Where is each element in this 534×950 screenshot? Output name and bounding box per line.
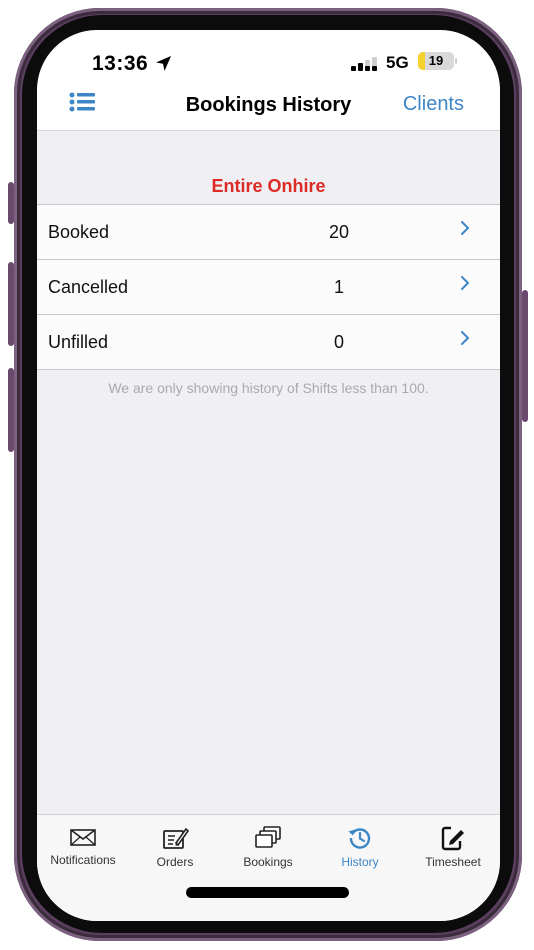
- status-time: 13:36: [92, 52, 149, 75]
- list-item-unfilled[interactable]: Unfilled 0: [37, 315, 500, 370]
- tab-orders[interactable]: Orders: [129, 825, 221, 869]
- list-item-booked[interactable]: Booked 20: [37, 205, 500, 260]
- pen-tablet-icon: [163, 827, 189, 849]
- power-button: [522, 290, 528, 422]
- stacked-cards-icon: [255, 826, 281, 848]
- main-content: Entire Onhire Booked 20 Cancelled 1 Unfi…: [37, 131, 500, 814]
- section-title: Entire Onhire: [211, 176, 326, 196]
- tab-label: History: [341, 855, 379, 869]
- volume-up-button: [8, 262, 14, 346]
- chevron-right-icon: [460, 220, 470, 241]
- battery-icon: 19: [418, 52, 454, 70]
- list-item-cancelled[interactable]: Cancelled 1: [37, 260, 500, 315]
- row-label: Booked: [48, 222, 110, 242]
- volume-down-button: [8, 368, 14, 452]
- chevron-right-icon: [460, 275, 470, 296]
- envelope-icon: [70, 829, 96, 846]
- row-value: 0: [333, 332, 344, 352]
- bookings-list: Booked 20 Cancelled 1 Unfilled 0: [37, 204, 500, 370]
- tab-bar: Notifications Orders Bookings History Ti…: [37, 814, 500, 921]
- tab-label: Notifications: [50, 853, 116, 867]
- status-bar: 13:36 5G 19: [37, 30, 500, 86]
- clients-button[interactable]: Clients: [403, 93, 464, 116]
- tab-label: Bookings: [243, 855, 293, 869]
- row-label: Cancelled: [48, 277, 129, 297]
- tab-notifications[interactable]: Notifications: [37, 825, 129, 867]
- network-type: 5G: [386, 53, 409, 72]
- tab-timesheet[interactable]: Timesheet: [407, 825, 499, 869]
- tab-bookings[interactable]: Bookings: [222, 825, 314, 869]
- history-note: We are only showing history of Shifts le…: [108, 380, 429, 396]
- row-value: 20: [328, 222, 350, 242]
- row-label: Unfilled: [48, 332, 109, 352]
- action-button: [8, 182, 14, 224]
- history-icon: [348, 828, 371, 849]
- tab-label: Timesheet: [425, 855, 481, 869]
- battery-level: 19: [428, 53, 444, 68]
- edit-document-icon: [441, 826, 464, 851]
- home-indicator[interactable]: [186, 887, 349, 898]
- tab-label: Orders: [156, 855, 194, 869]
- screen: 13:36 5G 19 Bookings History Clients Ent…: [37, 30, 500, 921]
- chevron-right-icon: [460, 330, 470, 351]
- tab-history[interactable]: History: [314, 825, 406, 869]
- row-value: 1: [333, 277, 344, 297]
- cellular-signal-icon: [351, 57, 379, 78]
- navigation-bar: Bookings History Clients: [37, 86, 500, 131]
- location-arrow-icon: [155, 54, 173, 77]
